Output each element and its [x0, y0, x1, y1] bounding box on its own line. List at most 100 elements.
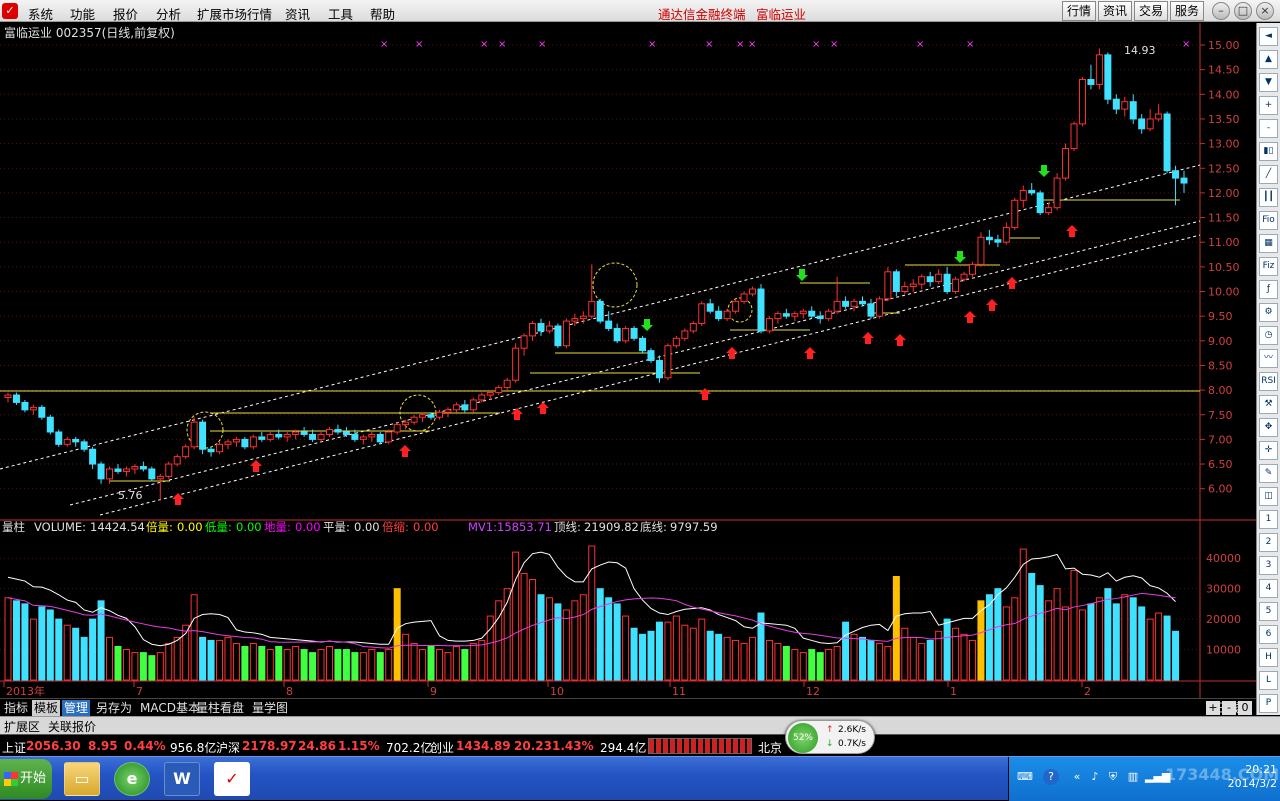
- history-icon[interactable]: H: [1259, 648, 1278, 667]
- scroll-down-icon[interactable]: ▼: [1259, 73, 1278, 92]
- service-button[interactable]: 服务: [1170, 1, 1204, 21]
- market-button[interactable]: 行情: [1062, 1, 1096, 21]
- tab-save-as[interactable]: 另存为: [94, 700, 134, 716]
- sz-label[interactable]: 沪深: [216, 739, 240, 756]
- menu-item-help[interactable]: 帮助: [370, 4, 395, 23]
- volume-icon[interactable]: ♪: [1087, 769, 1103, 785]
- volume-bar: [122, 649, 130, 681]
- six-icon[interactable]: 6: [1259, 625, 1278, 644]
- signal-icon[interactable]: ▂▄▆: [1145, 769, 1170, 785]
- gear-icon[interactable]: ⚙: [1259, 303, 1278, 322]
- tab-indicator[interactable]: 指标: [2, 700, 30, 716]
- menu-item-quote[interactable]: 报价: [113, 4, 138, 23]
- tab-extension-area[interactable]: 扩展区: [4, 718, 40, 735]
- candle-body: [1172, 170, 1180, 179]
- price-tick-label: 15.00: [1208, 39, 1240, 52]
- zoom-out-icon[interactable]: -: [1259, 119, 1278, 138]
- candle-chart-icon[interactable]: ▮▯: [1259, 142, 1278, 161]
- three-icon[interactable]: 3: [1259, 556, 1278, 575]
- clock[interactable]: 20:21 2014/3/2: [1209, 763, 1277, 791]
- network-icon[interactable]: ▥: [1125, 769, 1141, 785]
- candle-body: [892, 271, 900, 292]
- two-icon[interactable]: 2: [1259, 533, 1278, 552]
- fio-icon[interactable]: Fio: [1259, 211, 1278, 230]
- volume-bar: [859, 636, 867, 681]
- five-icon[interactable]: 5: [1259, 602, 1278, 621]
- one-icon[interactable]: 1: [1259, 510, 1278, 529]
- help-icon[interactable]: ?: [1043, 769, 1059, 785]
- tab-macd-basic[interactable]: MACD基本: [138, 700, 202, 716]
- line-chart-icon[interactable]: ╱: [1259, 165, 1278, 184]
- candle-body: [1062, 148, 1070, 179]
- kline-chart-area[interactable]: × × × × × × × × × × × × × × 15.00 14.50 14.00 13.50 13.00…: [0, 23, 1256, 699]
- wave-icon[interactable]: 〰: [1259, 349, 1278, 368]
- four-icon[interactable]: 4: [1259, 579, 1278, 598]
- trade-button[interactable]: 交易: [1134, 1, 1168, 21]
- app-logo-icon[interactable]: ✓: [2, 3, 18, 19]
- tdx-app-icon[interactable]: ✓: [214, 762, 250, 796]
- candle-body: [529, 323, 537, 337]
- signal-mark: ×: [916, 39, 924, 50]
- scroll-up-icon[interactable]: ▲: [1259, 50, 1278, 69]
- function-icon[interactable]: ƒ: [1259, 280, 1278, 299]
- zoom-plus-button[interactable]: +: [1206, 701, 1220, 715]
- tab-volume-study[interactable]: 量学图: [250, 700, 290, 716]
- browser-icon[interactable]: e: [114, 762, 150, 796]
- cy-label[interactable]: 创业: [430, 739, 454, 756]
- lock-icon[interactable]: L: [1259, 671, 1278, 690]
- menu-item-news[interactable]: 资讯: [285, 4, 310, 23]
- volume-bar: [732, 639, 740, 681]
- shield-icon[interactable]: ⛨: [1105, 769, 1121, 785]
- zoom-in-icon[interactable]: +: [1259, 96, 1278, 115]
- clock-icon[interactable]: ◷: [1259, 326, 1278, 345]
- maximize-icon[interactable]: □: [1234, 2, 1252, 20]
- cube-icon[interactable]: ◫: [1259, 487, 1278, 506]
- folder-icon[interactable]: ▭: [64, 762, 100, 796]
- zoom-reset-button[interactable]: 0: [1238, 701, 1252, 715]
- tab-volume-watch[interactable]: 量柱看盘: [194, 700, 246, 716]
- scroll-left-icon[interactable]: ◄: [1259, 27, 1278, 46]
- volume-bar: [723, 636, 731, 681]
- system-tray: ⌨ ? « ♪ ⛨ ▥ ▂▄▆ 173448.COM 20:21 2014/3/2: [1008, 757, 1280, 801]
- tab-template[interactable]: 模板: [32, 700, 61, 716]
- minimize-icon[interactable]: –: [1212, 2, 1230, 20]
- expand-tray-icon[interactable]: «: [1069, 769, 1085, 785]
- tab-manage[interactable]: 管理: [62, 700, 91, 716]
- grid-icon[interactable]: ▦: [1259, 234, 1278, 253]
- candle-body: [537, 323, 545, 332]
- move-icon[interactable]: ✥: [1259, 418, 1278, 437]
- settings-icon[interactable]: ⚒: [1259, 395, 1278, 414]
- close-icon[interactable]: ×: [1256, 2, 1274, 20]
- candle-body: [842, 300, 850, 307]
- network-speed-widget[interactable]: 52% ↑ 2.6K/s ↓ 0.7K/s: [785, 720, 875, 754]
- rsi-icon[interactable]: RSI: [1259, 372, 1278, 391]
- menu-item-tools[interactable]: 工具: [328, 4, 353, 23]
- volume-bar: [571, 600, 579, 681]
- fiz-icon[interactable]: Fiz: [1259, 257, 1278, 276]
- volume-value: 14424.54: [90, 520, 145, 534]
- crosshair-icon[interactable]: ✛: [1259, 441, 1278, 460]
- menu-item-function[interactable]: 功能: [70, 4, 95, 23]
- menu-item-analysis[interactable]: 分析: [156, 4, 181, 23]
- sh-label[interactable]: 上证: [2, 739, 26, 756]
- menu-item-system[interactable]: 系统: [28, 4, 53, 23]
- candle-body: [4, 394, 12, 398]
- bar-chart-icon[interactable]: ┃┃: [1259, 188, 1278, 207]
- volume-bar: [588, 545, 596, 681]
- menu-item-extended-market[interactable]: 扩展市场行情: [197, 4, 272, 23]
- news-button[interactable]: 资讯: [1098, 1, 1132, 21]
- volume-bar: [816, 652, 824, 681]
- pen-icon[interactable]: ✎: [1259, 464, 1278, 483]
- keyboard-icon[interactable]: ⌨: [1017, 769, 1033, 785]
- word-icon[interactable]: W: [164, 762, 200, 796]
- candle-body: [342, 431, 350, 435]
- start-button[interactable]: 开始: [0, 759, 52, 799]
- zoom-minus-button[interactable]: -: [1222, 701, 1236, 715]
- volume-bar: [199, 636, 207, 681]
- candle-body: [960, 273, 968, 280]
- tab-related-quotes[interactable]: 关联报价: [48, 718, 96, 735]
- mv1-value: 15853.71: [497, 520, 552, 534]
- page-icon[interactable]: P: [1259, 694, 1278, 713]
- windows-taskbar: 开始 ▭ e W ✓ ⌨ ? « ♪ ⛨ ▥ ▂▄▆ 173448.COM 20…: [0, 756, 1280, 801]
- volume-bar: [706, 630, 714, 681]
